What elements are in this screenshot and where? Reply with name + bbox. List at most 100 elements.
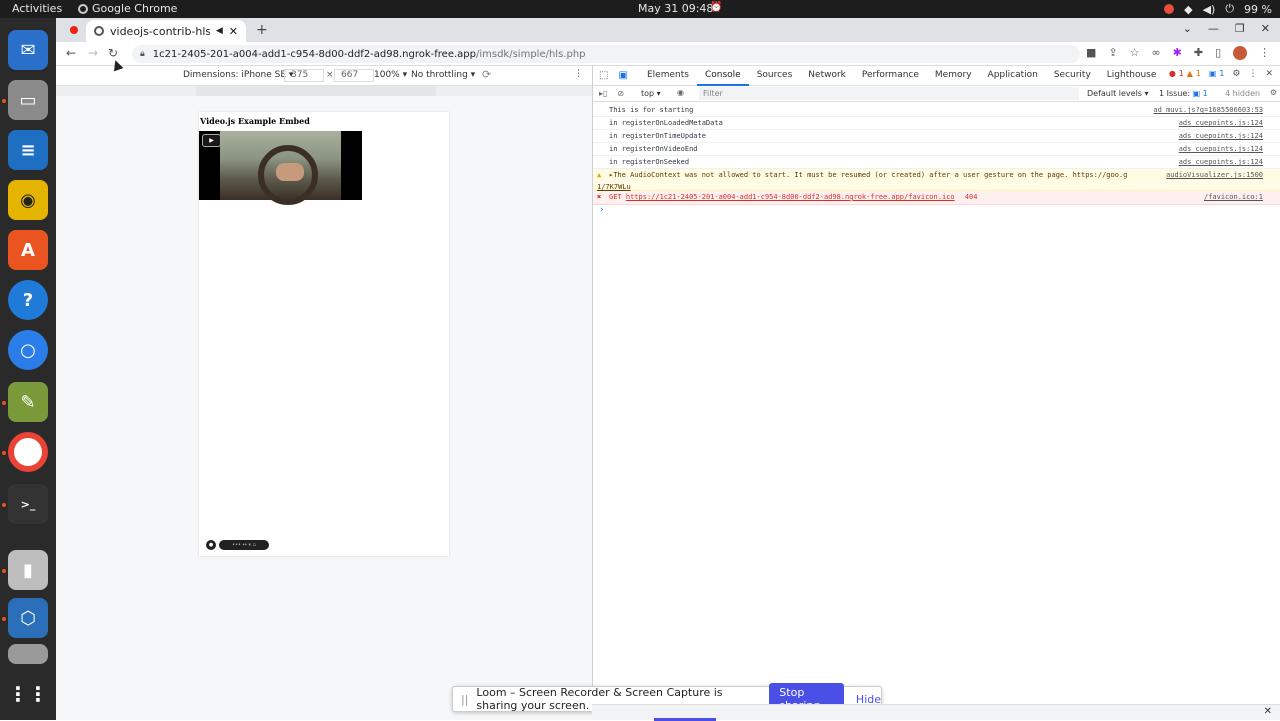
volume-icon: ◀) xyxy=(1202,2,1216,16)
chrome-icon[interactable] xyxy=(8,432,48,472)
help-icon[interactable]: ? xyxy=(8,280,48,320)
tab-console[interactable]: Console xyxy=(696,66,749,86)
clock[interactable]: May 31 09:48 xyxy=(638,2,713,15)
terminal-icon[interactable]: >_ xyxy=(8,484,48,524)
lock-icon[interactable]: 🔒︎ xyxy=(140,49,145,59)
drag-handle-icon[interactable]: || xyxy=(461,693,468,706)
tab-search-icon[interactable]: ⌄ xyxy=(1183,22,1192,35)
close-devtools-icon[interactable]: ✕ xyxy=(1265,69,1273,79)
show-apps-icon[interactable]: ⋮⋮ xyxy=(8,674,48,714)
more-options-icon[interactable]: ⋮ xyxy=(574,69,583,79)
system-tray[interactable]: ◆ ◀) ⏻ 99 % xyxy=(1164,2,1272,16)
tab-elements[interactable]: Elements xyxy=(639,66,697,86)
log-source-link[interactable]: ads_cuepoints.js:124 xyxy=(1179,143,1263,155)
minimize-icon[interactable]: — xyxy=(1208,22,1219,35)
tab-lighthouse[interactable]: Lighthouse xyxy=(1099,66,1165,86)
issues-link[interactable]: 1 Issue: ▣ 1 xyxy=(1159,89,1208,98)
record-control-icon[interactable]: ● xyxy=(206,540,216,550)
software-center-icon[interactable]: A xyxy=(8,230,48,270)
height-input[interactable]: 667 xyxy=(334,69,374,82)
activities-button[interactable]: Activities xyxy=(12,2,62,15)
console-filter-input[interactable]: Filter xyxy=(699,87,1079,100)
log-message: in registerOnLoadedMetaData xyxy=(609,119,723,127)
audio-icon[interactable]: ◀ xyxy=(216,26,223,36)
back-icon[interactable]: ← xyxy=(66,46,76,60)
console-settings-icon[interactable]: ⚙ xyxy=(1270,88,1277,97)
extension-link-icon[interactable]: ∞ xyxy=(1152,46,1161,60)
power-icon: ⏻ xyxy=(1225,2,1235,15)
chromium-icon[interactable]: ○ xyxy=(8,330,48,370)
tab-memory[interactable]: Memory xyxy=(927,66,980,86)
url-path: /imsdk/simple/hls.php xyxy=(475,48,586,60)
disk-icon[interactable] xyxy=(8,644,48,664)
error-source-link[interactable]: /favicon.ico:1 xyxy=(1204,191,1263,203)
gimp-icon[interactable]: ✎ xyxy=(8,382,48,422)
puzzle-icon[interactable]: ✚ xyxy=(1194,46,1203,60)
bookmark-star-icon[interactable]: ☆ xyxy=(1130,46,1140,60)
extension-icon[interactable]: ✱ xyxy=(1173,46,1182,60)
live-expression-eye-icon[interactable]: ◉ xyxy=(677,88,684,97)
media-query-ruler[interactable] xyxy=(56,86,592,96)
forward-icon[interactable]: → xyxy=(88,46,98,60)
tab-network[interactable]: Network xyxy=(800,66,854,86)
issue-icon: ▣ xyxy=(1208,69,1217,78)
error-url-link[interactable]: https://1c21-2405-201-a004-add1-c954-8d0… xyxy=(626,193,955,201)
log-source-link[interactable]: ad_muvi.js?q=1685506603:53 xyxy=(1153,104,1263,116)
console-log-row: in registerOnLoadedMetaData ads_cuepoint… xyxy=(593,117,1280,130)
recording-tab-icon xyxy=(70,26,78,34)
warning-source-link[interactable]: audioVisualizer.js:1500 xyxy=(1166,169,1263,181)
tab-application[interactable]: Application xyxy=(980,66,1046,86)
log-source-link[interactable]: ads_cuepoints.js:124 xyxy=(1179,117,1263,129)
usb-drive-icon[interactable]: ▮ xyxy=(8,550,48,590)
zoom-select[interactable]: 100% ▾ xyxy=(374,70,407,80)
menu-icon[interactable]: ⋮ xyxy=(1259,46,1270,60)
context-select[interactable]: top ▾ xyxy=(641,89,661,98)
sidebar-toggle-icon[interactable]: ▸▯ xyxy=(599,89,607,98)
width-input[interactable]: 375 xyxy=(284,69,324,82)
video-player[interactable]: ▶ xyxy=(199,131,362,205)
clear-console-icon[interactable]: ⊘ xyxy=(617,89,624,98)
settings-gear-icon[interactable]: ⚙ xyxy=(1232,69,1240,79)
play-icon[interactable]: ▶ xyxy=(202,134,221,147)
camera-icon[interactable]: ■ xyxy=(1086,46,1096,60)
profile-avatar[interactable] xyxy=(1233,46,1248,60)
error-counter[interactable]: ● 1 ▲ 1 xyxy=(1169,69,1201,79)
rotate-icon[interactable]: ⟳ xyxy=(482,68,491,81)
side-panel-icon[interactable]: ▯ xyxy=(1215,46,1221,60)
app-menu[interactable]: Google Chrome xyxy=(78,2,177,15)
rhythmbox-icon[interactable]: ◉ xyxy=(8,180,48,220)
close-tab-icon[interactable]: ✕ xyxy=(229,25,238,38)
log-source-link[interactable]: ads_cuepoints.js:124 xyxy=(1179,130,1263,142)
files-icon[interactable]: ▭ xyxy=(8,80,48,120)
inspect-element-icon[interactable]: ⬚ xyxy=(599,70,608,81)
tab-security[interactable]: Security xyxy=(1046,66,1099,86)
tab-performance[interactable]: Performance xyxy=(854,66,927,86)
ruler-segment[interactable] xyxy=(196,86,436,96)
device-select[interactable]: Dimensions: iPhone SE ▾ xyxy=(183,70,293,80)
maximize-icon[interactable]: ❐ xyxy=(1235,22,1245,35)
tab-sources[interactable]: Sources xyxy=(749,66,801,86)
thunderbird-icon[interactable]: ✉ xyxy=(8,30,48,70)
address-bar[interactable]: 🔒︎ 1c21-2405-201-a004-add1-c954-8d00-ddf… xyxy=(132,45,1080,63)
writer-icon[interactable]: ≡ xyxy=(8,130,48,170)
virtualbox-icon[interactable]: ⬡ xyxy=(8,598,48,638)
floating-controls[interactable]: ● ••• ↔ ⏸ ▫ xyxy=(206,540,269,550)
new-tab-button[interactable]: + xyxy=(256,22,268,38)
close-drawer-icon[interactable]: ✕ xyxy=(1264,706,1272,717)
warning-icon: ▲ xyxy=(1186,69,1193,78)
log-levels-select[interactable]: Default levels ▾ xyxy=(1087,89,1149,98)
request-method: GET xyxy=(609,193,622,201)
throttling-select[interactable]: No throttling ▾ xyxy=(411,70,475,80)
close-window-icon[interactable]: ✕ xyxy=(1261,22,1270,35)
share-icon[interactable]: ⇪ xyxy=(1108,46,1117,60)
browser-tab[interactable]: videojs-contrib-hls em ◀ ✕ xyxy=(86,20,246,42)
devtools-menu-icon[interactable]: ⋮ xyxy=(1248,69,1257,79)
device-toggle-icon[interactable]: ▣ xyxy=(618,70,627,81)
console-warning-row: ▲ ▸The AudioContext was not allowed to s… xyxy=(593,169,1280,191)
log-source-link[interactable]: ads_cuepoints.js:124 xyxy=(1179,156,1263,168)
issues-counter[interactable]: ▣ 1 xyxy=(1209,69,1225,79)
reload-icon[interactable]: ↻ xyxy=(108,46,118,60)
console-prompt[interactable]: › xyxy=(593,205,1280,215)
control-pill[interactable]: ••• ↔ ⏸ ▫ xyxy=(219,540,269,550)
devtools-panel: ⬚ ▣ Elements Console Sources Network Per… xyxy=(592,66,1280,720)
